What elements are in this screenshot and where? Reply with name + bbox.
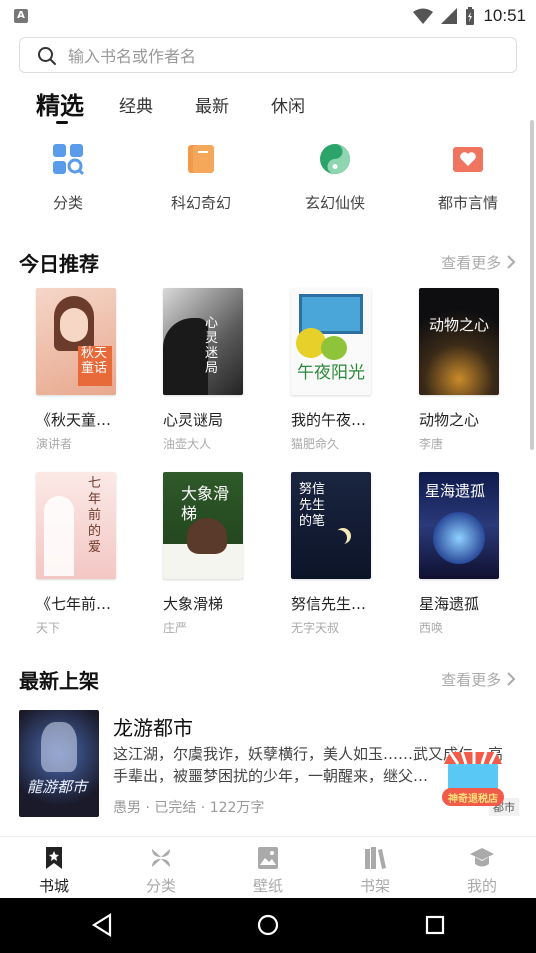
book-card[interactable]: 秋天童话 《秋天童… 演讲者 [36, 288, 126, 452]
category-label: 分类 [52, 194, 83, 212]
see-more-label: 查看更多 [441, 671, 502, 689]
promo-label: 神奇退税店 [448, 794, 498, 805]
chevron-right-icon [507, 672, 516, 686]
tab-classic[interactable]: 经典 [119, 92, 153, 117]
tab-bar: 精选 经典 最新 休闲 [36, 86, 506, 126]
book-title: 我的午夜… [291, 411, 367, 429]
tab-casual[interactable]: 休闲 [271, 92, 305, 117]
category-romance[interactable]: 都市言情 [413, 142, 523, 213]
see-more-today[interactable]: 查看更多 [441, 252, 516, 273]
graduation-cap-icon [469, 845, 495, 871]
nav-label: 我的 [466, 877, 497, 895]
back-icon[interactable] [91, 913, 113, 937]
category-label: 都市言情 [437, 194, 498, 212]
category-shortcuts: 分类 科幻奇幻 玄幻仙侠 都市言情 [0, 142, 536, 222]
scrollbar[interactable] [530, 120, 534, 450]
book-title: 心灵谜局 [163, 411, 224, 429]
bookshelf-icon [362, 845, 388, 871]
nav-label: 分类 [145, 877, 176, 895]
search-icon [38, 47, 56, 65]
book-card[interactable]: 努信先生的笔 努信先生… 无字天叔 [291, 472, 381, 636]
wifi-icon [413, 8, 434, 24]
book-cover: 努信先生的笔 [291, 472, 371, 579]
category-all[interactable]: 分类 [13, 142, 123, 213]
book-author: 猫肥命久 [291, 437, 340, 451]
book-title: 《秋天童… [36, 411, 112, 429]
image-icon [255, 845, 281, 871]
category-label: 玄幻仙侠 [304, 194, 365, 212]
heart-book-icon [451, 142, 485, 176]
tab-latest[interactable]: 最新 [195, 92, 229, 117]
taiji-icon [318, 142, 352, 176]
category-label: 科幻奇幻 [170, 194, 231, 212]
book-author: 李唐 [419, 437, 444, 451]
see-more-new[interactable]: 查看更多 [441, 669, 516, 690]
search-input[interactable] [68, 44, 488, 68]
nav-category[interactable]: 分类 [121, 845, 201, 896]
system-nav-bar [0, 898, 536, 953]
book-card[interactable]: 动物之心 动物之心 李唐 [419, 288, 509, 452]
status-icons: 10:51 [413, 4, 526, 28]
book-title: 努信先生… [291, 595, 367, 613]
book-cover: 龍游都市 [19, 710, 99, 817]
book-card[interactable]: 午夜阳光 我的午夜… 猫肥命久 [291, 288, 381, 452]
nav-mine[interactable]: 我的 [442, 845, 522, 896]
promo-floating-button[interactable]: 神奇退税店 [440, 748, 506, 810]
category-fantasy[interactable]: 玄幻仙侠 [280, 142, 390, 213]
clock: 10:51 [483, 6, 526, 25]
nav-bookshelf[interactable]: 书架 [335, 845, 415, 896]
book-title: 《七年前… [36, 595, 112, 613]
grid-search-icon [51, 142, 85, 176]
nav-label: 书架 [359, 877, 390, 895]
category-icon [148, 845, 174, 871]
book-author: 演讲者 [36, 437, 73, 451]
tab-featured[interactable]: 精选 [36, 86, 84, 121]
book-card[interactable]: 七年前的爱 《七年前… 天下 [36, 472, 126, 636]
notification-icon: A [14, 9, 28, 23]
book-title: 动物之心 [419, 411, 480, 429]
book-cover: 秋天童话 [36, 288, 116, 395]
nav-wallpaper[interactable]: 壁纸 [228, 845, 308, 896]
book-card[interactable]: 心灵迷局 心灵谜局 油壶大人 [163, 288, 253, 452]
book-author: 庄严 [163, 621, 188, 635]
home-icon[interactable] [257, 913, 279, 937]
see-more-label: 查看更多 [441, 254, 502, 272]
category-scifi[interactable]: 科幻奇幻 [146, 142, 256, 213]
book-meta: 愚男 · 已完结 · 122万字 [113, 800, 265, 816]
nav-label: 书城 [38, 877, 69, 895]
book-card[interactable]: 大象滑梯 大象滑梯 庄严 [163, 472, 253, 636]
book-title: 大象滑梯 [163, 595, 224, 613]
book-author: 油壶大人 [163, 437, 212, 451]
nav-label: 壁纸 [252, 877, 283, 895]
book-author: 西唤 [419, 621, 444, 635]
active-tab-indicator [56, 121, 68, 124]
book-cover: 心灵迷局 [163, 288, 243, 395]
nav-bookstore[interactable]: 书城 [14, 845, 94, 896]
bottom-nav: 书城 分类 壁纸 书架 我的 [0, 836, 536, 898]
battery-icon [466, 7, 475, 25]
recents-icon[interactable] [424, 913, 446, 937]
section-title-new: 最新上架 [19, 669, 99, 693]
signal-icon [441, 8, 458, 24]
book-cover: 午夜阳光 [291, 288, 371, 395]
chevron-right-icon [507, 255, 516, 269]
book-icon [184, 142, 218, 176]
book-title: 龙游都市 [113, 716, 193, 740]
book-cover: 大象滑梯 [163, 472, 243, 579]
book-cover: 动物之心 [419, 288, 499, 395]
section-title-today: 今日推荐 [19, 252, 99, 276]
book-cover: 七年前的爱 [36, 472, 116, 579]
book-cover: 星海遗孤 [419, 472, 499, 579]
search-bar[interactable] [19, 37, 517, 73]
book-card[interactable]: 星海遗孤 星海遗孤 西唤 [419, 472, 509, 636]
book-title: 星海遗孤 [419, 595, 480, 613]
bookmark-icon [41, 845, 67, 871]
book-author: 天下 [36, 621, 61, 635]
book-author: 无字天叔 [291, 621, 340, 635]
status-bar: A 10:51 [0, 0, 536, 32]
